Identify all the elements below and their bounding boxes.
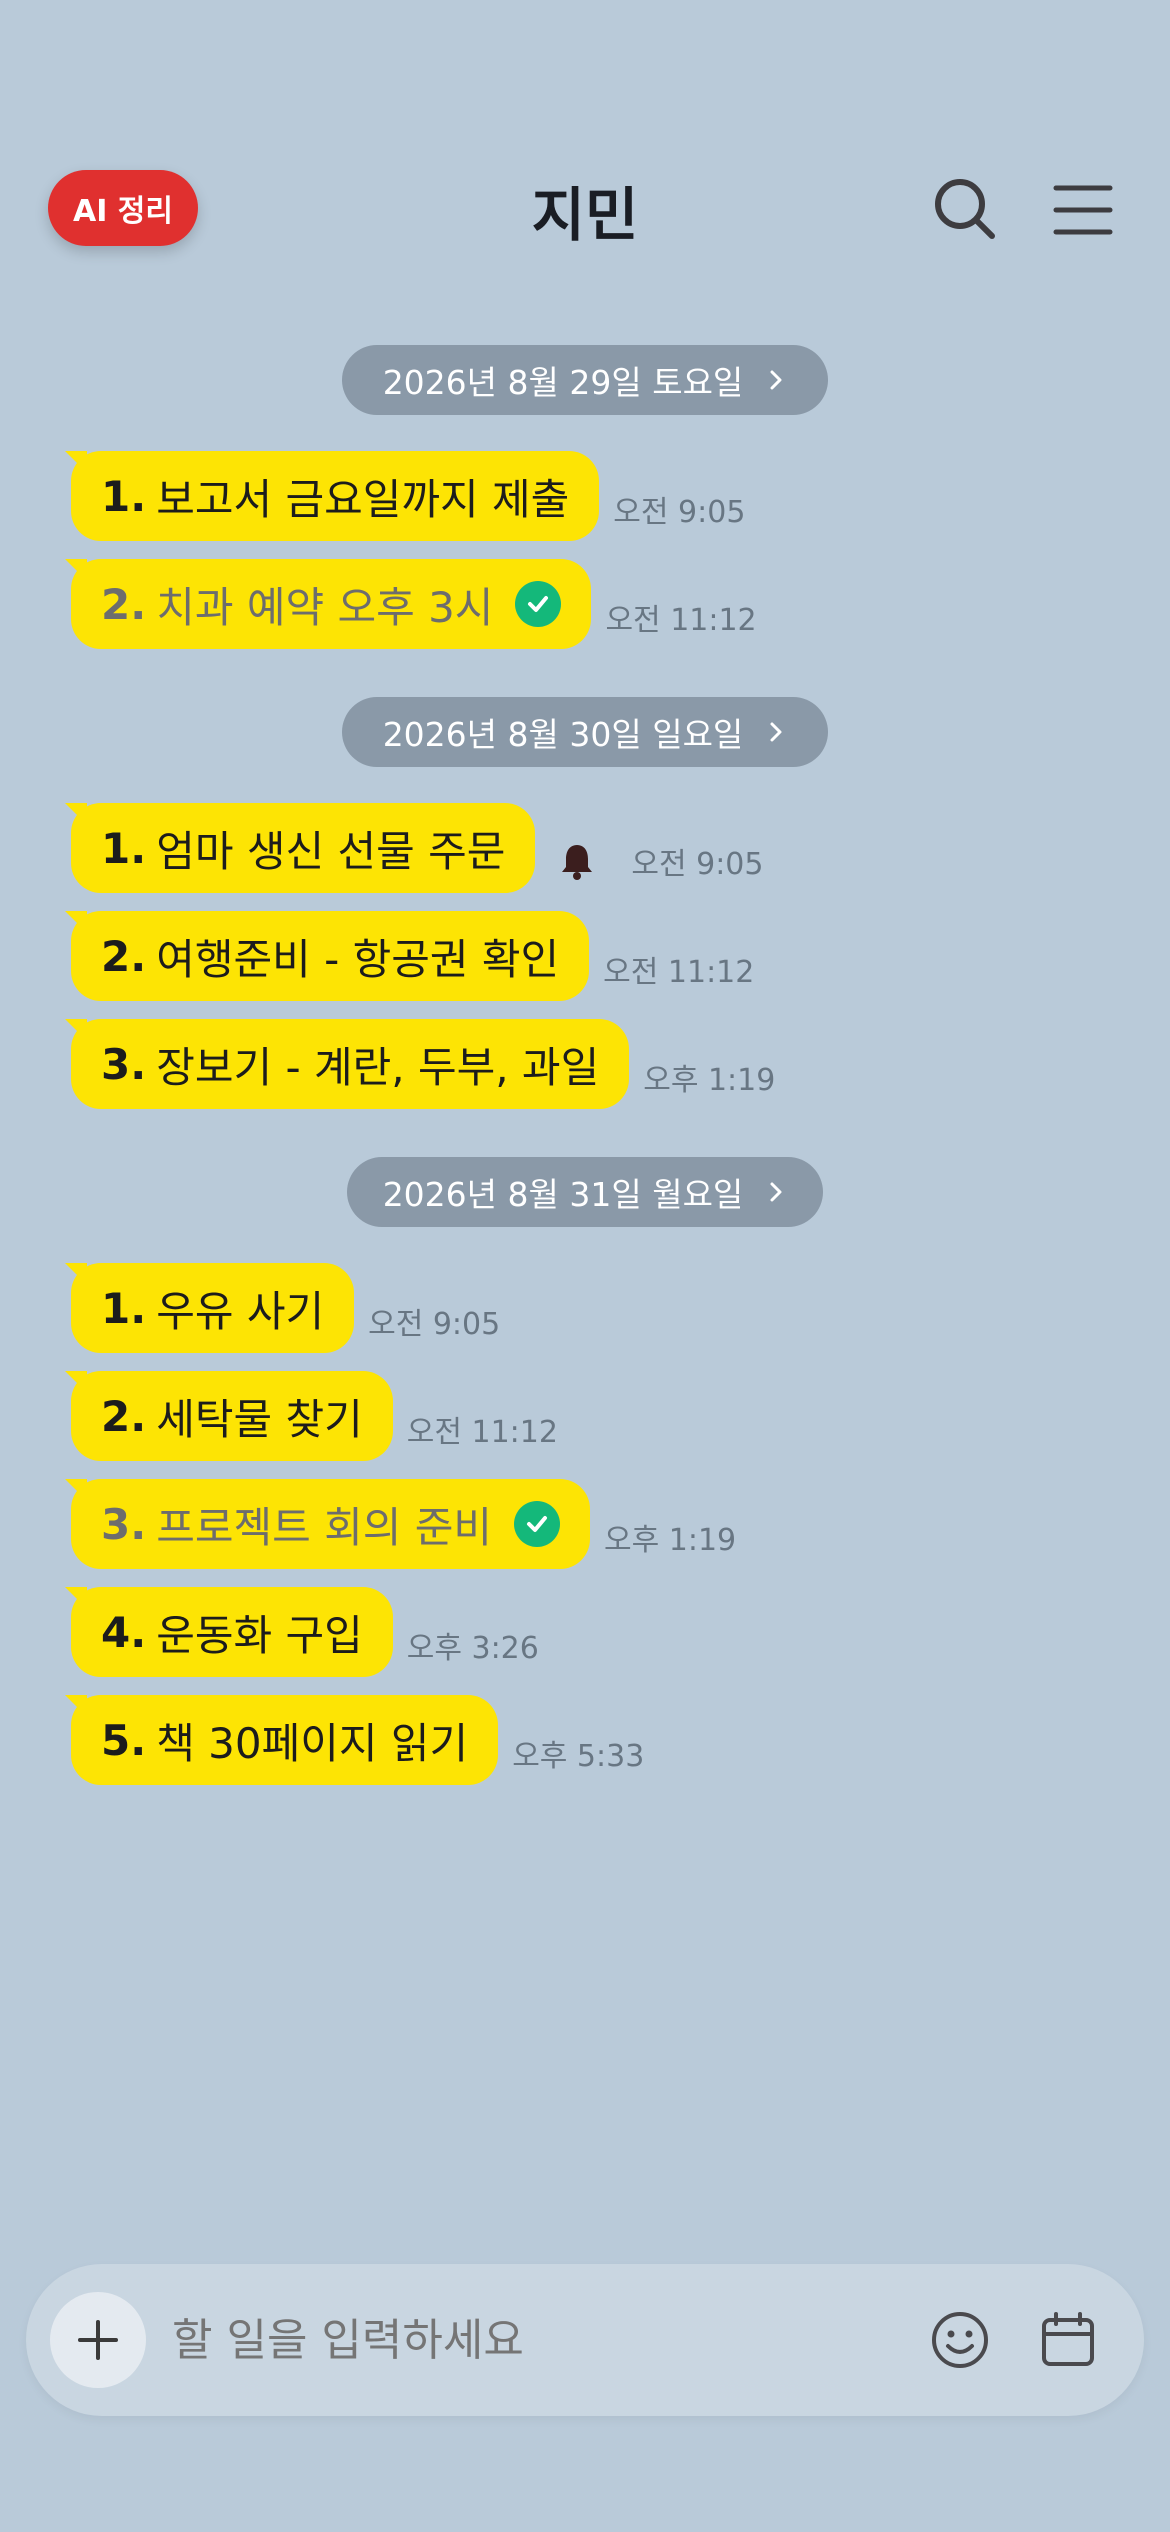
todo-text: 우유 사기 <box>156 1286 325 1336</box>
todo-number: 2. <box>101 931 147 981</box>
todo-meta: 오전 9:05 <box>368 1299 500 1343</box>
todo-time: 오후 1:19 <box>604 1523 737 1558</box>
chat-screen: AI 정리 지민 2026년 8월 29일 토요일 1. 보고서 금요일까지 제출 오… <box>0 0 1170 2532</box>
todo-text: 세탁물 찾기 <box>156 1394 363 1444</box>
todo-number: 1. <box>101 823 147 873</box>
todo-time: 오전 11:12 <box>406 1415 558 1450</box>
todo-time: 오전 11:12 <box>603 955 755 990</box>
chat-list: 2026년 8월 29일 토요일 1. 보고서 금요일까지 제출 오전 9:05 2. 치… <box>0 345 1170 1785</box>
todo-time: 오후 1:19 <box>643 1063 776 1098</box>
search-icon[interactable] <box>930 174 1000 244</box>
todo-bubble[interactable]: 4. 운동화 구입 <box>65 1587 393 1677</box>
todo-row: 4. 운동화 구입 오후 3:26 <box>65 1587 1170 1677</box>
todo-meta: 오전 11:12 <box>603 947 754 991</box>
todo-row: 3. 프로젝트 회의 준비 오후 1:19 <box>64 1479 1170 1569</box>
todo-text: 책 30페이지 읽기 <box>156 1718 469 1768</box>
todo-time: 오전 11:12 <box>605 603 757 638</box>
chevron-right-icon <box>770 1182 782 1202</box>
todo-text: 장보기 - 계란, 두부, 과일 <box>156 1042 600 1092</box>
todo-number: 2. <box>101 1391 147 1441</box>
todo-text: 프로젝트 회의 준비 <box>156 1502 493 1552</box>
todo-row: 5. 책 30페이지 읽기 오후 5:33 <box>64 1695 1170 1785</box>
todo-time: 오전 9:05 <box>368 1307 501 1342</box>
todo-number: 1. <box>101 471 147 521</box>
todo-time: 오후 3:26 <box>406 1631 539 1666</box>
todo-bubble[interactable]: 2. 여행준비 - 항공권 확인 <box>64 911 590 1001</box>
todo-row: 1. 보고서 금요일까지 제출 오전 9:05 <box>64 451 1170 541</box>
todo-row: 2. 여행준비 - 항공권 확인 오전 11:12 <box>64 911 1170 1001</box>
date-separator[interactable]: 2026년 8월 30일 일요일 <box>342 697 828 767</box>
todo-meta: 오전 11:12 <box>407 1407 558 1451</box>
todo-meta: 오후 1:19 <box>643 1055 775 1099</box>
todo-text: 엄마 생신 선물 주문 <box>156 826 506 876</box>
calendar-icon[interactable] <box>1036 2308 1100 2372</box>
plus-icon <box>78 2320 118 2360</box>
menu-icon[interactable] <box>1048 174 1118 244</box>
header: AI 정리 지민 <box>0 160 1170 250</box>
date-label: 2026년 8월 30일 일요일 <box>382 715 744 754</box>
todo-number: 5. <box>101 1715 147 1765</box>
todo-text: 운동화 구입 <box>156 1610 363 1660</box>
todo-bubble[interactable]: 5. 책 30페이지 읽기 <box>64 1695 499 1785</box>
todo-bubble[interactable]: 3. 프로젝트 회의 준비 <box>64 1479 591 1569</box>
date-label: 2026년 8월 31일 월요일 <box>382 1175 744 1214</box>
todo-row: 2. 치과 예약 오후 3시 오전 11:12 <box>64 559 1170 649</box>
todo-row: 2. 세탁물 찾기 오전 11:12 <box>65 1371 1170 1461</box>
input-bar <box>26 2264 1144 2416</box>
todo-time: 오전 9:05 <box>631 847 764 882</box>
todo-row: 3. 장보기 - 계란, 두부, 과일 오후 1:19 <box>64 1019 1170 1109</box>
todo-meta: 오전 11:12 <box>605 595 756 639</box>
todo-meta: 오후 3:26 <box>407 1623 539 1667</box>
todo-text: 치과 예약 오후 3시 <box>156 582 494 632</box>
date-separator[interactable]: 2026년 8월 29일 토요일 <box>342 345 828 415</box>
todo-row: 1. 엄마 생신 선물 주문 오전 9:05 <box>64 803 1170 893</box>
todo-number: 4. <box>101 1607 147 1657</box>
todo-bubble[interactable]: 3. 장보기 - 계란, 두부, 과일 <box>64 1019 630 1109</box>
todo-meta: 오전 9:05 <box>613 487 745 531</box>
chevron-right-icon <box>770 370 782 390</box>
checkmark-icon <box>515 581 562 627</box>
emoji-icon[interactable] <box>928 2308 992 2372</box>
todo-number: 3. <box>101 1039 147 1089</box>
todo-row: 1. 우유 사기 오전 9:05 <box>64 1263 1170 1353</box>
todo-meta: 오전 9:05 <box>549 839 763 883</box>
todo-input[interactable] <box>172 2314 928 2366</box>
todo-bubble[interactable]: 1. 엄마 생신 선물 주문 <box>64 803 536 893</box>
todo-bubble[interactable]: 2. 세탁물 찾기 <box>65 1371 393 1461</box>
todo-bubble[interactable]: 1. 보고서 금요일까지 제출 <box>64 451 600 541</box>
todo-bubble[interactable]: 2. 치과 예약 오후 3시 <box>64 559 592 649</box>
todo-meta: 오후 1:19 <box>604 1515 736 1559</box>
todo-text: 여행준비 - 항공권 확인 <box>156 934 560 984</box>
checkmark-icon <box>514 1501 561 1547</box>
todo-bubble[interactable]: 1. 우유 사기 <box>64 1263 355 1353</box>
bell-icon <box>562 845 593 880</box>
todo-number: 3. <box>101 1499 147 1549</box>
todo-number: 1. <box>101 1283 147 1333</box>
todo-meta: 오후 5:33 <box>512 1731 644 1775</box>
todo-number: 2. <box>101 579 147 629</box>
chevron-right-icon <box>770 722 782 742</box>
date-label: 2026년 8월 29일 토요일 <box>382 363 744 402</box>
todo-time: 오후 5:33 <box>512 1739 645 1774</box>
todo-text: 보고서 금요일까지 제출 <box>156 474 570 524</box>
todo-time: 오전 9:05 <box>613 495 746 530</box>
add-button[interactable] <box>50 2292 146 2388</box>
date-separator[interactable]: 2026년 8월 31일 월요일 <box>347 1157 823 1227</box>
